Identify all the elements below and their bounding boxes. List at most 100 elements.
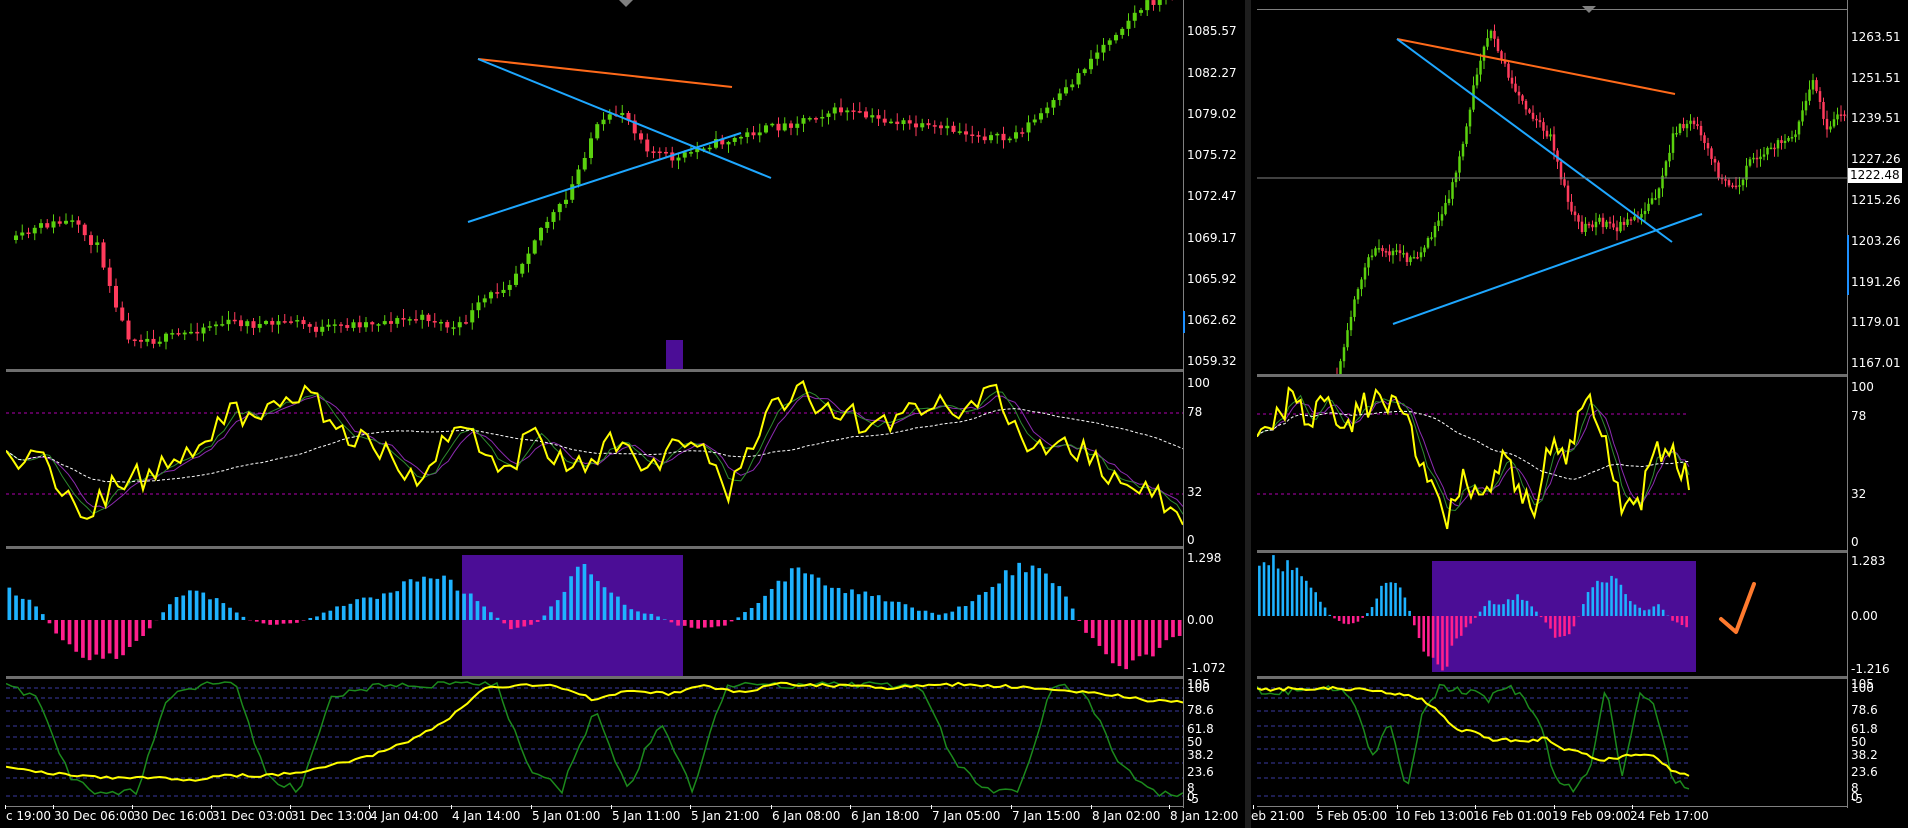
- candle-body: [164, 333, 168, 342]
- candle-body: [1020, 132, 1025, 134]
- price-axis[interactable]: [1183, 0, 1184, 808]
- candle-body: [764, 125, 768, 133]
- candle-body: [1139, 10, 1143, 13]
- trendline-upper: [477, 58, 733, 88]
- candle-body: [576, 169, 581, 185]
- stochastic-panel[interactable]: [1257, 378, 1847, 550]
- time-axis-tick: [931, 805, 932, 809]
- macd-panel[interactable]: [6, 550, 1183, 676]
- candle-body: [1076, 73, 1081, 85]
- time-axis-label: 6 Jan 18:00: [851, 809, 920, 823]
- candle-body: [1433, 225, 1437, 238]
- candle-body: [114, 285, 118, 308]
- fib-axis-label: -5: [1187, 792, 1199, 806]
- candle-body: [1151, 0, 1156, 5]
- candle-body: [1447, 198, 1451, 203]
- panel-divider[interactable]: [1257, 676, 1847, 679]
- candle-body: [1370, 255, 1374, 258]
- candle-body: [1486, 38, 1489, 47]
- left-chart-window[interactable]: 1085.57 1082.27 1079.02 1075.72 1072.47 1069.…: [0, 0, 1245, 828]
- candle-body: [251, 321, 256, 328]
- candle-body: [45, 223, 50, 228]
- candle-body: [189, 331, 193, 334]
- panel-divider[interactable]: [6, 676, 1183, 679]
- stochastic-panel[interactable]: [6, 373, 1183, 546]
- panel-divider[interactable]: [1257, 550, 1847, 553]
- candle-body: [1535, 118, 1538, 121]
- panel-divider[interactable]: [6, 546, 1183, 549]
- candle-body: [214, 324, 218, 327]
- candle-body: [1114, 34, 1118, 41]
- right-chart-window[interactable]: 1222.48 1263.51 1251.51 1239.51 1227.26 1215…: [1251, 0, 1908, 828]
- fib-axis-label: 50: [1851, 735, 1867, 749]
- candle-body: [870, 115, 875, 118]
- fibo-oscillator-panel[interactable]: [1257, 680, 1847, 806]
- candle-body: [1064, 87, 1068, 94]
- candle-body: [895, 121, 900, 125]
- candle-body: [457, 322, 462, 328]
- candle-body: [807, 118, 812, 120]
- panel-divider[interactable]: [1257, 374, 1847, 377]
- candle-body: [195, 331, 200, 334]
- candle-body: [226, 319, 231, 325]
- candle-body: [1699, 125, 1703, 136]
- fib-axis-label: 38.2: [1851, 748, 1878, 762]
- candle-body: [270, 321, 275, 325]
- candle-body: [1682, 124, 1685, 129]
- time-axis-label: 16 Feb 01:00: [1473, 809, 1552, 823]
- candle-body: [932, 125, 937, 127]
- price-panel[interactable]: [6, 0, 1183, 369]
- fibo-oscillator-panel[interactable]: [6, 680, 1183, 806]
- candle-body: [1622, 221, 1626, 225]
- candle-body: [1051, 100, 1056, 108]
- scroll-marker-icon[interactable]: [619, 0, 633, 7]
- candle-body: [1752, 157, 1755, 160]
- candle-body: [364, 322, 368, 328]
- macd-axis-label: 0.00: [1187, 613, 1214, 627]
- panel-canvas: [1257, 386, 1690, 530]
- candle-body: [1832, 119, 1836, 127]
- candle-body: [1409, 257, 1412, 263]
- candle-body: [1594, 221, 1598, 228]
- candle-body: [545, 221, 550, 228]
- price-panel[interactable]: [1257, 9, 1847, 375]
- candle-body: [482, 298, 487, 303]
- price-axis-label: 1085.57: [1187, 24, 1237, 38]
- trendline-lower: [1392, 213, 1703, 325]
- candle-body: [451, 327, 456, 329]
- candle-body: [882, 118, 887, 123]
- price-axis-label: 1215.26: [1851, 193, 1901, 207]
- candle-body: [526, 253, 531, 264]
- time-axis-tick: [53, 805, 54, 809]
- candle-body: [564, 199, 568, 205]
- time-axis-tick: [290, 805, 291, 809]
- candle-body: [1829, 126, 1832, 130]
- candle-body: [1356, 289, 1360, 300]
- candle-body: [32, 227, 37, 234]
- candle-body: [1458, 156, 1461, 173]
- candle-body: [1619, 221, 1622, 232]
- candle-body: [964, 131, 968, 135]
- stoch-main-line: [1257, 386, 1690, 530]
- chart-edge-marker: [1183, 311, 1185, 333]
- candle-body: [1496, 38, 1500, 52]
- scroll-marker-icon[interactable]: [1582, 6, 1596, 13]
- time-axis-tick: [1253, 805, 1254, 809]
- candle-body: [470, 310, 475, 323]
- panel-divider[interactable]: [6, 369, 1183, 372]
- candle-body: [1398, 250, 1402, 254]
- candle-body: [1773, 147, 1776, 150]
- candle-body: [645, 139, 650, 152]
- candle-body: [689, 152, 693, 154]
- fib-axis-label: 78.6: [1851, 703, 1878, 717]
- macd-panel[interactable]: [1257, 554, 1847, 676]
- candle-body: [1605, 221, 1608, 228]
- candle-body: [876, 115, 881, 119]
- candle-body: [1045, 107, 1050, 114]
- panel-canvas: [7, 555, 1182, 676]
- price-axis[interactable]: [1847, 0, 1848, 808]
- candle-body: [276, 321, 281, 325]
- candle-body: [995, 133, 1000, 136]
- candle-body: [1412, 257, 1416, 259]
- current-price-tag: 1222.48: [1848, 168, 1902, 183]
